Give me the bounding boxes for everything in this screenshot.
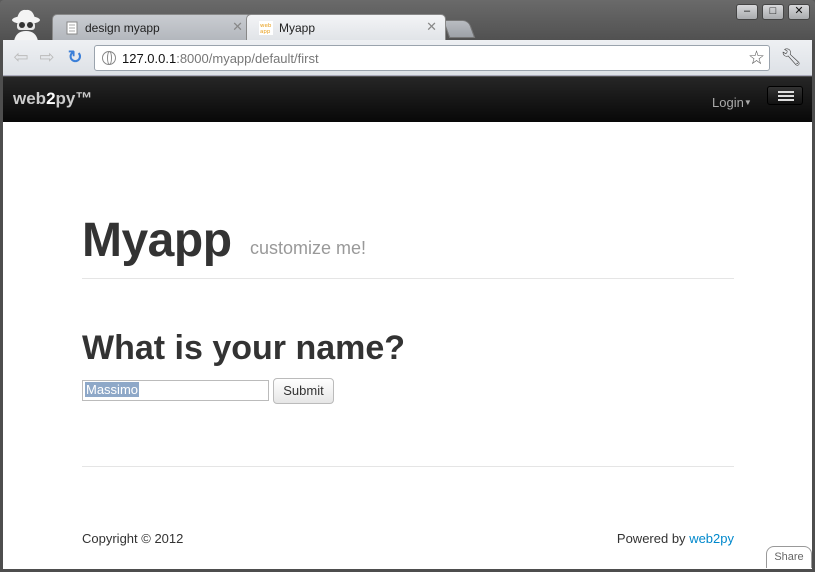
tab-myapp[interactable]: web app Myapp ✕ [246,14,446,40]
submit-button[interactable]: Submit [273,378,334,404]
page-header: Myapp customize me! [82,207,734,279]
tab-title: design myapp [85,21,160,35]
address-bar[interactable]: 127.0.0.1:8000/myapp/default/first ☆ [94,45,770,71]
share-button[interactable]: Share [766,546,812,568]
powered-by-text: Powered by web2py [616,531,734,546]
page-title: Myapp [82,214,232,267]
svg-text:app: app [260,29,271,35]
top-navbar: web2py™ Login▼ [3,77,812,122]
globe-icon [102,51,116,65]
back-arrow-icon[interactable]: ⇦ [11,48,31,68]
page-subtitle: customize me! [250,238,367,258]
document-icon [66,21,78,35]
page-content: web2py™ Login▼ Myapp customize me! What … [3,77,812,569]
url-text[interactable]: 127.0.0.1:8000/myapp/default/first [122,51,319,66]
close-window-button[interactable]: ✕ [788,4,810,20]
minimize-button[interactable]: – [736,4,758,20]
tab-strip: design myapp ✕ web app Myapp ✕ [48,14,488,40]
form-heading: What is your name? [82,329,406,367]
web2py-link[interactable]: web2py [689,531,734,546]
web2py-favicon-icon: web app [259,21,273,35]
tab-title: Myapp [279,21,316,35]
new-tab-button[interactable] [442,20,476,38]
wrench-icon[interactable]: 🔧︎ [780,48,802,68]
tab-design-myapp[interactable]: design myapp ✕ [52,14,252,40]
browser-toolbar: ⇦ ⇨ ↻ 127.0.0.1:8000/myapp/default/first… [3,40,812,76]
caret-down-icon: ▼ [743,98,752,107]
bookmark-star-icon[interactable]: ☆ [748,47,765,70]
menu-toggle-button[interactable] [767,86,803,105]
login-dropdown[interactable]: Login▼ [712,95,752,110]
incognito-icon [12,9,40,41]
browser-window: design myapp ✕ web app Myapp ✕ – □ ✕ ⇦ ⇨… [0,0,815,572]
name-input[interactable]: Massimo [82,380,269,401]
footer-divider [82,466,734,467]
maximize-button[interactable]: □ [762,4,784,20]
reload-icon[interactable]: ↻ [65,48,85,68]
name-input-value: Massimo [85,382,140,397]
tab-close-icon[interactable]: ✕ [426,19,437,35]
brand-logo[interactable]: web2py™ [13,89,92,109]
forward-arrow-icon[interactable]: ⇨ [37,48,57,68]
copyright-text: Copyright © 2012 [82,531,184,546]
tab-close-icon[interactable]: ✕ [232,19,243,35]
